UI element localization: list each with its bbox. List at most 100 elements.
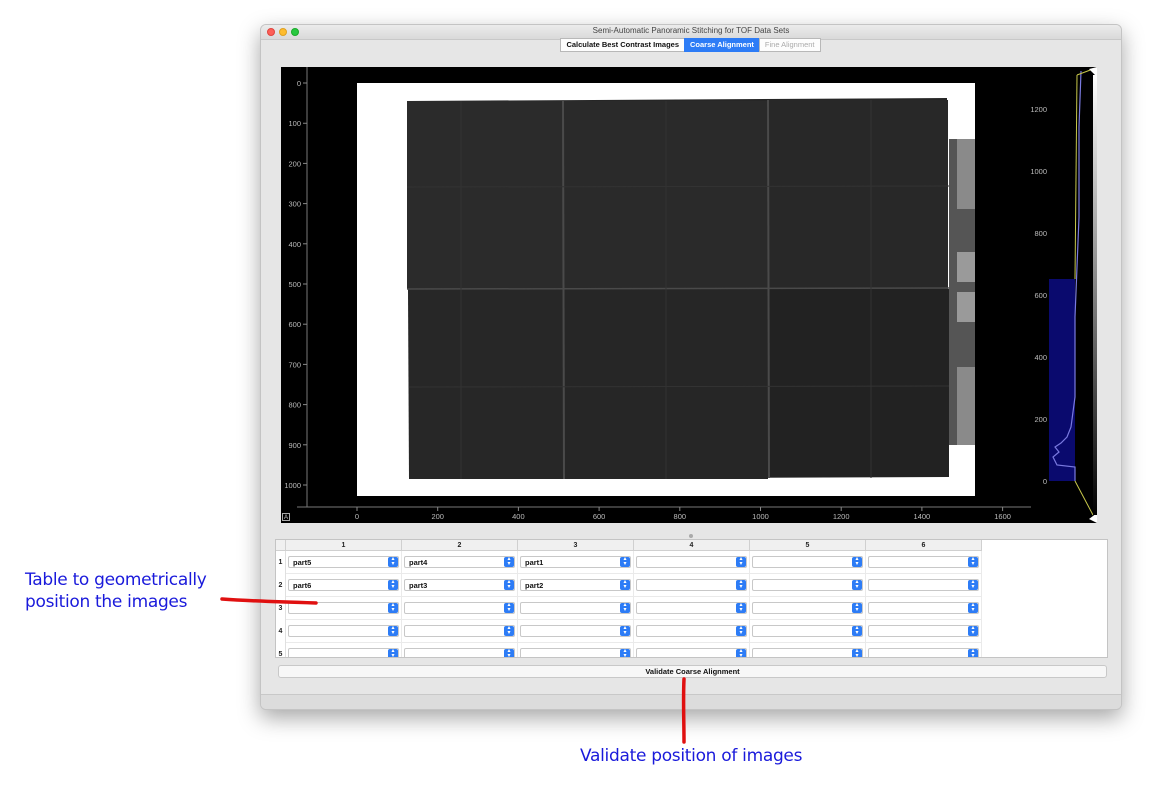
- image-select-dropdown[interactable]: ▴ ▾: [404, 602, 515, 614]
- image-select-dropdown[interactable]: ▴ ▾: [404, 625, 515, 637]
- y-tick-label: 1000: [284, 481, 301, 490]
- table-row: 3 ▴ ▾ ▴ ▾ ▴ ▾ ▴ ▾ ▴ ▾ ▴ ▾: [276, 597, 982, 620]
- column-header[interactable]: 5: [750, 540, 866, 551]
- window-title: Semi-Automatic Panoramic Stitching for T…: [592, 26, 790, 35]
- updown-chevron-icon[interactable]: ▴ ▾: [388, 625, 398, 636]
- updown-chevron-icon[interactable]: ▴ ▾: [968, 602, 978, 613]
- updown-chevron-icon[interactable]: ▴ ▾: [736, 625, 746, 636]
- updown-chevron-icon[interactable]: ▴ ▾: [388, 556, 398, 567]
- image-select-dropdown[interactable]: part4 ▴ ▾: [404, 556, 515, 568]
- updown-chevron-icon[interactable]: ▴ ▾: [504, 556, 514, 567]
- table-cell: ▴ ▾: [286, 620, 402, 643]
- table-cell: part4 ▴ ▾: [402, 551, 518, 574]
- updown-chevron-icon[interactable]: ▴ ▾: [968, 556, 978, 567]
- histogram-panel[interactable]: [1049, 67, 1097, 523]
- table-cell: ▴ ▾: [866, 551, 982, 574]
- image-select-dropdown[interactable]: ▴ ▾: [636, 602, 747, 614]
- image-select-dropdown[interactable]: ▴ ▾: [288, 625, 399, 637]
- image-select-dropdown[interactable]: ▴ ▾: [636, 625, 747, 637]
- column-header[interactable]: 2: [402, 540, 518, 551]
- splitter-handle[interactable]: [689, 534, 693, 538]
- image-select-dropdown[interactable]: ▴ ▾: [868, 556, 979, 568]
- image-plot[interactable]: 0 100 200 300 400 500 600 700 800 900 1000 0 200 400…: [281, 67, 1097, 523]
- updown-chevron-icon[interactable]: ▴ ▾: [620, 602, 630, 613]
- dropdown-value: part4: [409, 558, 428, 567]
- image-select-dropdown[interactable]: ▴ ▾: [752, 648, 863, 657]
- image-select-dropdown[interactable]: ▴ ▾: [288, 602, 399, 614]
- image-select-dropdown[interactable]: ▴ ▾: [520, 602, 631, 614]
- image-select-dropdown[interactable]: ▴ ▾: [636, 556, 747, 568]
- image-select-dropdown[interactable]: ▴ ▾: [520, 625, 631, 637]
- table-cell: ▴ ▾: [402, 643, 518, 657]
- updown-chevron-icon[interactable]: ▴ ▾: [504, 648, 514, 657]
- updown-chevron-icon[interactable]: ▴ ▾: [620, 625, 630, 636]
- table-cell: ▴ ▾: [518, 620, 634, 643]
- updown-chevron-icon[interactable]: ▴ ▾: [736, 648, 746, 657]
- updown-chevron-icon[interactable]: ▴ ▾: [968, 625, 978, 636]
- image-select-dropdown[interactable]: part5 ▴ ▾: [288, 556, 399, 568]
- updown-chevron-icon[interactable]: ▴ ▾: [852, 625, 862, 636]
- row-header[interactable]: 1: [276, 551, 286, 574]
- image-select-dropdown[interactable]: ▴ ▾: [636, 579, 747, 591]
- updown-chevron-icon[interactable]: ▴ ▾: [968, 648, 978, 657]
- image-select-dropdown[interactable]: ▴ ▾: [752, 556, 863, 568]
- image-select-dropdown[interactable]: ▴ ▾: [868, 648, 979, 657]
- row-header[interactable]: 4: [276, 620, 286, 643]
- image-select-dropdown[interactable]: ▴ ▾: [636, 648, 747, 657]
- image-select-dropdown[interactable]: ▴ ▾: [752, 602, 863, 614]
- column-header[interactable]: 3: [518, 540, 634, 551]
- tab-coarse-alignment[interactable]: Coarse Alignment: [684, 38, 760, 52]
- image-select-dropdown[interactable]: part1 ▴ ▾: [520, 556, 631, 568]
- y-tick-label: 200: [288, 159, 301, 168]
- column-header[interactable]: 6: [866, 540, 982, 551]
- updown-chevron-icon[interactable]: ▴ ▾: [504, 602, 514, 613]
- updown-chevron-icon[interactable]: ▴ ▾: [388, 602, 398, 613]
- column-header[interactable]: 4: [634, 540, 750, 551]
- image-select-dropdown[interactable]: ▴ ▾: [868, 579, 979, 591]
- updown-chevron-icon[interactable]: ▴ ▾: [620, 579, 630, 590]
- tab-calculate-best-contrast[interactable]: Calculate Best Contrast Images: [560, 38, 685, 52]
- position-table[interactable]: 1 2 3 4 5 6 1 part5 ▴ ▾ part4 ▴ ▾ part1 ▴ ▾ ▴ ▾ ▴ ▾ ▴ ▾…: [275, 539, 1108, 658]
- table-cell: ▴ ▾: [866, 620, 982, 643]
- row-header[interactable]: 2: [276, 574, 286, 597]
- auto-range-button[interactable]: A: [282, 513, 290, 521]
- updown-chevron-icon[interactable]: ▴ ▾: [620, 556, 630, 567]
- histogram-tick-label: 1000: [1030, 167, 1047, 176]
- updown-chevron-icon[interactable]: ▴ ▾: [388, 648, 398, 657]
- y-tick-label: 100: [288, 119, 301, 128]
- column-header[interactable]: 1: [286, 540, 402, 551]
- image-select-dropdown[interactable]: ▴ ▾: [520, 648, 631, 657]
- updown-chevron-icon[interactable]: ▴ ▾: [504, 579, 514, 590]
- validate-coarse-alignment-button[interactable]: Validate Coarse Alignment: [278, 665, 1107, 678]
- image-select-dropdown[interactable]: part6 ▴ ▾: [288, 579, 399, 591]
- updown-chevron-icon[interactable]: ▴ ▾: [852, 579, 862, 590]
- updown-chevron-icon[interactable]: ▴ ▾: [388, 579, 398, 590]
- image-select-dropdown[interactable]: ▴ ▾: [752, 579, 863, 591]
- y-tick-label: 600: [288, 320, 301, 329]
- image-viewer[interactable]: 0 100 200 300 400 500 600 700 800 900 1000 0 200 400…: [281, 67, 1097, 523]
- histogram-level-region[interactable]: [1049, 279, 1075, 481]
- updown-chevron-icon[interactable]: ▴ ▾: [736, 556, 746, 567]
- image-select-dropdown[interactable]: ▴ ▾: [288, 648, 399, 657]
- updown-chevron-icon[interactable]: ▴ ▾: [736, 579, 746, 590]
- annotation-line: position the images: [25, 592, 188, 612]
- table-cell: ▴ ▾: [402, 620, 518, 643]
- updown-chevron-icon[interactable]: ▴ ▾: [736, 602, 746, 613]
- image-select-dropdown[interactable]: part3 ▴ ▾: [404, 579, 515, 591]
- updown-chevron-icon[interactable]: ▴ ▾: [852, 648, 862, 657]
- image-select-dropdown[interactable]: part2 ▴ ▾: [520, 579, 631, 591]
- histogram-tick-label: 0: [1042, 477, 1047, 486]
- row-header[interactable]: 5: [276, 643, 286, 657]
- table-cell: ▴ ▾: [750, 551, 866, 574]
- row-header[interactable]: 3: [276, 597, 286, 620]
- image-select-dropdown[interactable]: ▴ ▾: [752, 625, 863, 637]
- image-select-dropdown[interactable]: ▴ ▾: [868, 602, 979, 614]
- updown-chevron-icon[interactable]: ▴ ▾: [852, 556, 862, 567]
- updown-chevron-icon[interactable]: ▴ ▾: [504, 625, 514, 636]
- updown-chevron-icon[interactable]: ▴ ▾: [852, 602, 862, 613]
- image-select-dropdown[interactable]: ▴ ▾: [868, 625, 979, 637]
- updown-chevron-icon[interactable]: ▴ ▾: [620, 648, 630, 657]
- table-cell: ▴ ▾: [286, 643, 402, 657]
- updown-chevron-icon[interactable]: ▴ ▾: [968, 579, 978, 590]
- image-select-dropdown[interactable]: ▴ ▾: [404, 648, 515, 657]
